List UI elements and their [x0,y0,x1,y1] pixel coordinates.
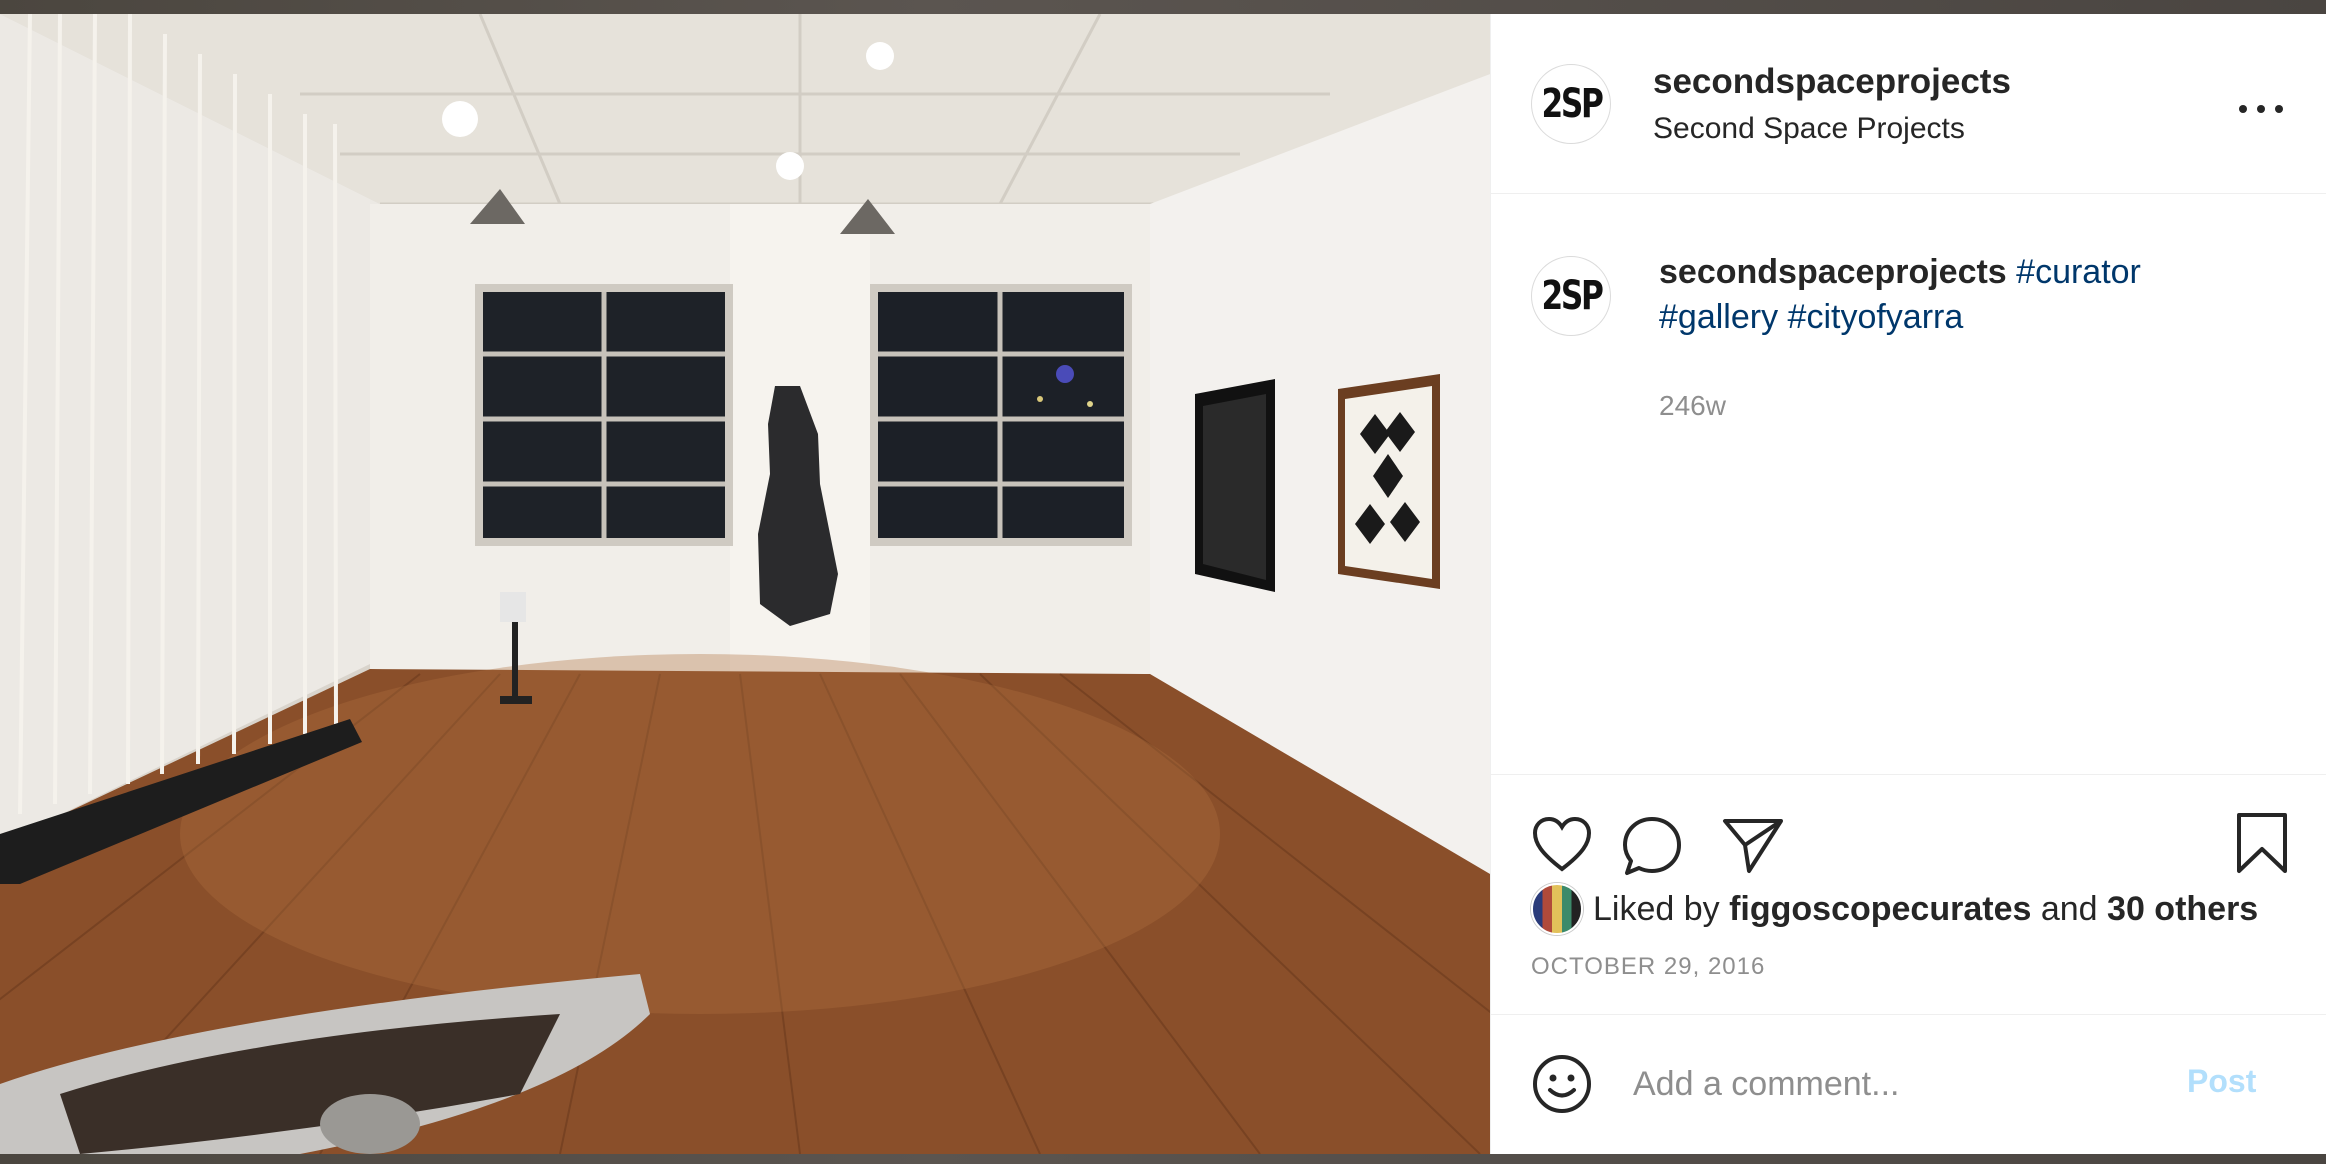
action-bar: Liked by figgoscopecurates and 30 others… [1491,774,2326,1014]
share-icon[interactable] [1721,815,1785,875]
comment-box: Post [1491,1014,2326,1154]
liker-avatar[interactable] [1531,883,1583,935]
post-comment-button[interactable]: Post [2187,1063,2256,1100]
caption-avatar[interactable]: 2SP [1531,256,1611,336]
likes-others-link[interactable]: 30 others [2107,890,2258,929]
liker-username[interactable]: figgoscopecurates [1729,890,2031,929]
likes-joiner: and [2040,889,2098,928]
post-photo [0,14,1490,1154]
likes-prefix: Liked by [1593,889,1720,928]
post-age[interactable]: 246w [1659,390,1726,422]
header-full-name: Second Space Projects [1653,112,1965,145]
profile-avatar[interactable]: 2SP [1531,64,1611,144]
likes-summary: Liked by figgoscopecurates and 30 others [1531,883,2258,935]
post-modal: 2SP secondspaceprojects Second Space Pro… [0,14,2326,1154]
bookmark-icon[interactable] [2235,811,2289,875]
post-date[interactable]: OCTOBER 29, 2016 [1531,953,1765,981]
header-username[interactable]: secondspaceprojects [1653,62,2011,102]
hashtag-gallery[interactable]: #gallery [1659,298,1778,336]
emoji-icon[interactable] [1531,1053,1593,1115]
avatar-logo-text: 2SP [1540,81,1603,127]
caption-text: secondspaceprojects #curator #gallery #c… [1659,250,2219,340]
heart-icon[interactable] [1531,815,1593,873]
post-side-panel: 2SP secondspaceprojects Second Space Pro… [1490,14,2326,1154]
comment-input[interactable] [1631,1057,2195,1111]
caption-avatar-logo-text: 2SP [1540,273,1603,319]
caption-area: 2SP secondspaceprojects #curator #galler… [1491,194,2326,774]
post-header: 2SP secondspaceprojects Second Space Pro… [1491,14,2326,194]
comment-icon[interactable] [1621,815,1683,877]
hashtag-cityofyarra[interactable]: #cityofyarra [1788,298,1964,336]
more-horizontal-icon[interactable] [2239,94,2283,124]
gallery-room-image [0,14,1490,1154]
caption-username[interactable]: secondspaceprojects [1659,253,2007,291]
hashtag-curator[interactable]: #curator [2016,253,2141,291]
